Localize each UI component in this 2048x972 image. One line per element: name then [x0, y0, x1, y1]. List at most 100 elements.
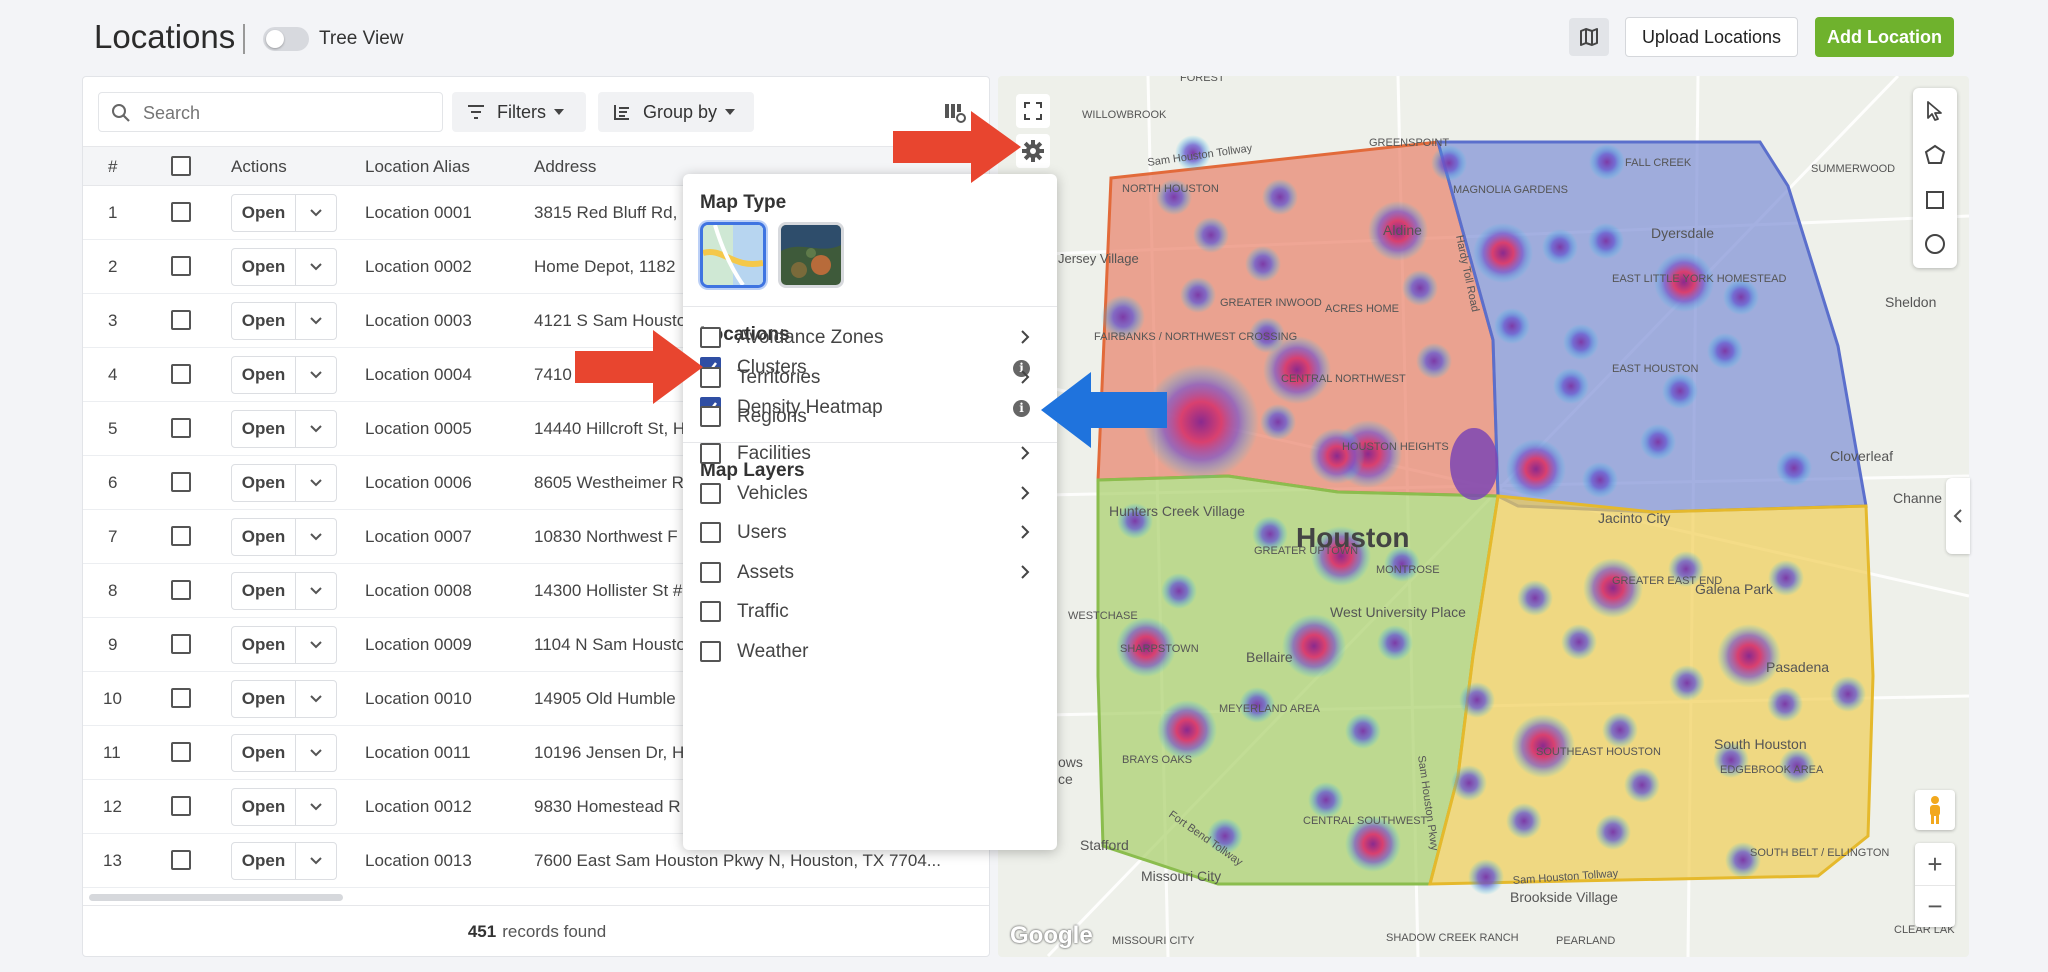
map-label: ACRES HOME [1325, 303, 1399, 315]
chevron-left-icon [1953, 509, 1962, 523]
open-dropdown-button[interactable] [296, 843, 336, 879]
open-dropdown-button[interactable] [296, 735, 336, 771]
open-button[interactable]: Open [232, 519, 296, 555]
open-button[interactable]: Open [232, 627, 296, 663]
open-dropdown-button[interactable] [296, 303, 336, 339]
polygon-tool[interactable] [1920, 140, 1950, 170]
location-alias: Location 0006 [365, 473, 472, 492]
horizontal-scrollbar[interactable] [89, 894, 343, 901]
open-button[interactable]: Open [232, 303, 296, 339]
search-box[interactable] [98, 92, 443, 132]
row-checkbox[interactable] [171, 472, 191, 492]
map-label: MONTROSE [1376, 564, 1440, 576]
caret-down-icon [554, 109, 564, 115]
open-dropdown-button[interactable] [296, 465, 336, 501]
street-view-button[interactable] [1915, 790, 1955, 830]
open-button[interactable]: Open [232, 681, 296, 717]
caret-down-icon [725, 109, 736, 115]
map-label: SOUTH BELT / ELLINGTON [1750, 847, 1889, 859]
row-checkbox[interactable] [171, 526, 191, 546]
layer-option-avoidance-zones[interactable]: Avoidance Zones [700, 322, 1040, 352]
layer-checkbox[interactable] [700, 443, 721, 464]
open-dropdown-button[interactable] [296, 627, 336, 663]
open-button[interactable]: Open [232, 195, 296, 231]
open-button[interactable]: Open [232, 465, 296, 501]
layer-option-weather[interactable]: Weather [700, 636, 1040, 666]
map-label: GREATER EAST END [1612, 575, 1722, 587]
chevron-right-icon[interactable] [1020, 564, 1030, 580]
layer-option-territories[interactable]: Territories [700, 362, 1040, 392]
city-label: Houston [1296, 522, 1410, 553]
chevron-right-icon[interactable] [1020, 485, 1030, 501]
open-dropdown-button[interactable] [296, 573, 336, 609]
row-checkbox[interactable] [171, 796, 191, 816]
open-dropdown-button[interactable] [296, 249, 336, 285]
layer-checkbox[interactable] [700, 522, 721, 543]
layer-option-traffic[interactable]: Traffic [700, 596, 1040, 626]
layer-option-assets[interactable]: Assets [700, 557, 1040, 587]
zoom-out-button[interactable]: − [1915, 885, 1955, 927]
row-checkbox[interactable] [171, 688, 191, 708]
row-number: 13 [103, 851, 122, 870]
rectangle-tool[interactable] [1920, 185, 1950, 215]
side-panel-toggle[interactable] [1946, 478, 1970, 554]
territory-south-east[interactable] [1428, 494, 1875, 886]
location-address: 3815 Red Bluff Rd, [534, 203, 678, 222]
zoom-control: + − [1915, 843, 1955, 927]
layer-checkbox[interactable] [700, 406, 721, 427]
map-view-button[interactable] [1569, 18, 1609, 56]
group-by-button[interactable]: Group by [598, 92, 754, 132]
upload-locations-button[interactable]: Upload Locations [1625, 17, 1798, 57]
search-input[interactable] [143, 99, 433, 127]
open-button[interactable]: Open [232, 735, 296, 771]
open-dropdown-button[interactable] [296, 519, 336, 555]
select-all-checkbox[interactable] [171, 156, 191, 176]
pegman-icon [1930, 796, 1940, 824]
add-location-button[interactable]: Add Location [1815, 17, 1954, 57]
row-checkbox[interactable] [171, 202, 191, 222]
open-dropdown-button[interactable] [296, 681, 336, 717]
layer-option-facilities[interactable]: Facilities [700, 438, 1040, 468]
chevron-right-icon[interactable] [1020, 445, 1030, 461]
row-checkbox[interactable] [171, 364, 191, 384]
open-button[interactable]: Open [232, 843, 296, 879]
row-checkbox[interactable] [171, 418, 191, 438]
open-button[interactable]: Open [232, 411, 296, 447]
row-number: 11 [103, 743, 121, 762]
chevron-right-icon[interactable] [1020, 524, 1030, 540]
open-button-group: Open [231, 194, 337, 232]
chevron-right-icon[interactable] [1020, 369, 1030, 385]
open-dropdown-button[interactable] [296, 195, 336, 231]
row-checkbox[interactable] [171, 310, 191, 330]
map-canvas[interactable]: FOREST WILLOWBROOK Sam Houston Tollway N… [998, 76, 1969, 957]
open-dropdown-button[interactable] [296, 411, 336, 447]
open-dropdown-button[interactable] [296, 789, 336, 825]
layer-option-regions[interactable]: Regions [700, 401, 1040, 431]
zoom-in-button[interactable]: + [1915, 843, 1955, 885]
layer-checkbox[interactable] [700, 601, 721, 622]
row-checkbox[interactable] [171, 580, 191, 600]
open-dropdown-button[interactable] [296, 357, 336, 393]
map-type-roadmap[interactable] [700, 222, 766, 288]
layer-option-vehicles[interactable]: Vehicles [700, 478, 1040, 508]
chevron-right-icon[interactable] [1020, 329, 1030, 345]
row-checkbox[interactable] [171, 850, 191, 870]
row-number: 8 [108, 581, 118, 600]
open-button[interactable]: Open [232, 249, 296, 285]
open-button[interactable]: Open [232, 789, 296, 825]
tree-view-toggle[interactable] [263, 27, 309, 51]
layer-checkbox[interactable] [700, 562, 721, 583]
map-area[interactable]: FOREST WILLOWBROOK Sam Houston Tollway N… [998, 76, 1969, 957]
select-tool[interactable] [1920, 96, 1950, 126]
circle-tool[interactable] [1920, 229, 1950, 259]
layer-checkbox[interactable] [700, 483, 721, 504]
row-checkbox[interactable] [171, 256, 191, 276]
filters-button[interactable]: Filters [452, 92, 586, 132]
open-button[interactable]: Open [232, 357, 296, 393]
layer-checkbox[interactable] [700, 641, 721, 662]
open-button[interactable]: Open [232, 573, 296, 609]
row-checkbox[interactable] [171, 742, 191, 762]
map-type-satellite[interactable] [778, 222, 844, 288]
row-checkbox[interactable] [171, 634, 191, 654]
layer-option-users[interactable]: Users [700, 517, 1040, 547]
